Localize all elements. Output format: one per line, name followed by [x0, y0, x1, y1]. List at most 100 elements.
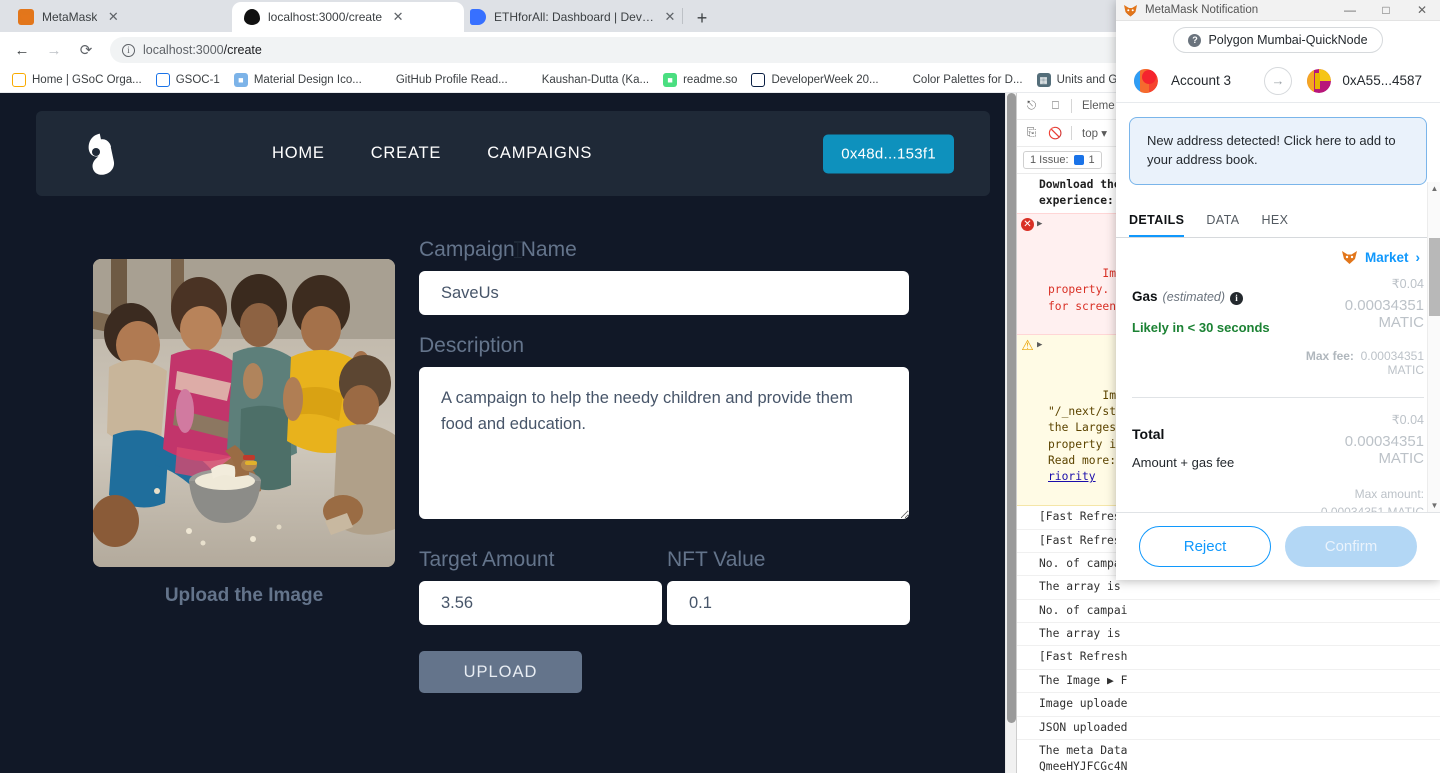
tab-data[interactable]: DATA [1206, 213, 1239, 237]
bookmark-item[interactable]: ■ Material Design Ico... [228, 70, 368, 90]
page-scrollbar-thumb[interactable] [1007, 93, 1016, 723]
crowdfunding-logo-icon[interactable] [74, 128, 126, 180]
network-selector[interactable]: ? Polygon Mumbai-QuickNode [1173, 27, 1383, 53]
console-log-row: Image uploade [1017, 693, 1440, 717]
market-link[interactable]: Market › [1129, 238, 1427, 273]
console-context-selector[interactable]: top ▾ [1079, 126, 1110, 140]
campaign-image-preview[interactable] [93, 259, 395, 567]
units-glossary-icon: ▦ [1036, 73, 1051, 87]
nft-value-input[interactable] [667, 581, 910, 625]
clear-console-icon[interactable]: 🚫 [1047, 125, 1064, 142]
network-row: ? Polygon Mumbai-QuickNode [1116, 21, 1440, 59]
nav-link-campaigns[interactable]: CAMPAIGNS [487, 144, 592, 163]
expand-triangle-icon[interactable]: ▶ [1037, 339, 1042, 352]
metamask-fox-icon [1123, 3, 1138, 18]
issues-badge[interactable]: 1 Issue: 1 [1023, 151, 1102, 169]
reload-icon[interactable]: ⟳ [72, 36, 100, 64]
target-amount-input[interactable] [419, 581, 662, 625]
tab-title: MetaMask [42, 10, 98, 24]
ipfs-drop-icon [244, 9, 260, 25]
bookmark-item[interactable]: ■ readme.so [657, 70, 743, 90]
back-icon[interactable]: ← [8, 36, 36, 64]
toolbar-divider [1071, 99, 1072, 113]
to-account-avatar [1307, 68, 1332, 93]
close-icon[interactable]: ✕ [390, 9, 406, 25]
tab-title: localhost:3000/create [268, 10, 383, 24]
console-log-row: No. of campai [1017, 600, 1440, 623]
issues-label: 1 Issue: [1030, 154, 1069, 166]
bookmark-item[interactable]: ● Kaushan-Dutta (Ka... [516, 70, 655, 90]
bookmark-item[interactable]: </> Home | GSoC Orga... [6, 70, 148, 90]
forward-icon[interactable]: → [40, 36, 68, 64]
app-navbar: HOME CREATE CAMPAIGNS 0x48d...153f1 [36, 111, 990, 196]
tab-divider [682, 8, 683, 24]
create-campaign-form: CampaignName Description A campaign to h… [419, 238, 910, 693]
amount-row: Target Amount NFT Value [419, 548, 910, 625]
console-log-row: JSON uploaded [1017, 717, 1440, 740]
console-log-row: The Image ▶ F [1017, 670, 1440, 694]
bookmark-item[interactable]: RG GitHub Profile Read... [370, 70, 514, 90]
metamask-fox-icon [1341, 249, 1358, 266]
info-icon[interactable]: i [1230, 291, 1244, 305]
device-toolbar-icon[interactable]: ⎕ [1047, 98, 1064, 115]
gas-label: Gas [1132, 288, 1158, 304]
scroll-up-icon[interactable]: ▲ [1428, 182, 1440, 195]
bookmark-label: DeveloperWeek 20... [771, 74, 879, 86]
new-tab-button[interactable]: + [688, 4, 716, 32]
gas-left: Gas (estimated) i Likely in < 30 seconds [1132, 289, 1292, 337]
reject-button[interactable]: Reject [1139, 526, 1271, 567]
target-amount-label: Target Amount [419, 548, 555, 571]
devtools-tab-elements[interactable]: Eleme [1079, 100, 1118, 112]
metamask-scrollbar-thumb[interactable] [1429, 238, 1440, 316]
tab-details[interactable]: DETAILS [1129, 213, 1185, 237]
metamask-titlebar: MetaMask Notification — □ ✕ [1116, 0, 1440, 21]
gas-crypto-value: 0.00034351 MATIC [1344, 296, 1424, 331]
bookmark-label: Material Design Ico... [253, 74, 362, 86]
chevron-right-icon: › [1415, 249, 1421, 265]
expand-triangle-icon[interactable]: ▶ [1037, 218, 1042, 231]
wallet-address-button[interactable]: 0x48d...153f1 [823, 134, 954, 173]
scroll-down-icon[interactable]: ▼ [1428, 499, 1440, 512]
bookmark-item[interactable]: ☃ Color Palettes for D... [887, 70, 1029, 90]
confirm-button[interactable]: Confirm [1285, 526, 1417, 567]
tab-hex[interactable]: HEX [1261, 213, 1288, 237]
bookmark-item[interactable]: D DeveloperWeek 20... [745, 70, 884, 90]
browser-tab-devfolio[interactable]: ETHforAll: Dashboard | Devfolio ✕ [458, 2, 686, 32]
close-icon[interactable]: ✕ [662, 9, 678, 25]
inspect-element-icon[interactable]: ⎋ [1023, 98, 1040, 115]
console-log-row: [Fast Refresh [1017, 646, 1440, 670]
campaign-name-input[interactable] [419, 271, 909, 315]
tab-title: ETHforAll: Dashboard | Devfolio [494, 10, 654, 24]
transfer-arrow-icon: → [1264, 66, 1292, 95]
bookmark-label: Home | GSoC Orga... [32, 74, 142, 86]
nav-link-home[interactable]: HOME [272, 144, 325, 163]
total-subtitle: Amount + gas fee [1132, 454, 1235, 470]
metamask-scrollbar[interactable]: ▲ ▼ [1427, 182, 1440, 512]
bookmark-item[interactable]: ◉ GSOC-1 [150, 70, 226, 90]
close-icon[interactable]: ✕ [105, 9, 121, 25]
page-scrollbar[interactable] [1005, 93, 1016, 773]
browser-tab-metamask[interactable]: MetaMask ✕ [6, 2, 238, 32]
description-textarea[interactable]: A campaign to help the needy children an… [419, 367, 909, 519]
github-icon: ● [521, 73, 536, 87]
console-sidebar-icon[interactable]: ⎘ [1023, 125, 1040, 142]
maximize-icon[interactable]: □ [1368, 0, 1404, 21]
metamask-fox-icon [18, 9, 34, 25]
accounts-row: Account 3 → 0xA55...4587 [1116, 59, 1440, 103]
image-upload-column: Upload the Image [93, 259, 395, 607]
close-icon[interactable]: ✕ [1404, 0, 1440, 21]
error-icon: ✕ [1021, 217, 1034, 231]
nav-link-create[interactable]: CREATE [371, 144, 442, 163]
browser-tab-localhost[interactable]: localhost:3000/create ✕ [232, 2, 464, 32]
site-info-icon[interactable]: i [122, 43, 135, 57]
github-readme-icon: RG [375, 73, 390, 87]
new-address-notice[interactable]: New address detected! Click here to add … [1129, 117, 1427, 185]
material-design-icon: ■ [233, 73, 248, 87]
from-account-avatar [1134, 68, 1158, 93]
warning-icon: ⚠ [1021, 337, 1034, 354]
bookmark-label: readme.so [683, 74, 738, 86]
minimize-icon[interactable]: — [1332, 0, 1368, 21]
nft-value-group: NFT Value [667, 548, 910, 625]
campaign-name-label: Campaign Name [419, 238, 577, 261]
upload-submit-button[interactable]: UPLOAD [419, 651, 582, 693]
